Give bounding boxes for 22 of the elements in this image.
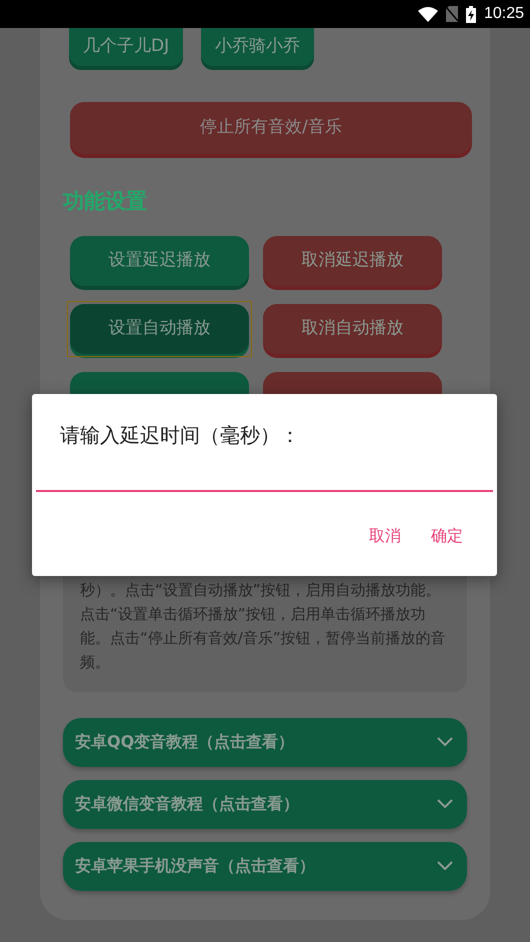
description-text: 秒）。点击“设置自动播放”按钮，启用自动播放功能。点击“设置单击循环播放”按钮，启用单击循环播放功能。点击“停止所有音效/音乐”按钮，暂停当前播放的音频。 — [80, 580, 447, 672]
sound-button[interactable]: 小乔骑小乔 — [201, 28, 314, 66]
set-button[interactable]: 设置自动播放 — [70, 304, 249, 354]
battery-charging-icon — [466, 6, 476, 22]
tutorial-accordion[interactable]: 安卓微信变音教程（点击查看） — [63, 780, 467, 828]
tutorial-accordion[interactable]: 安卓QQ变音教程（点击查看） — [63, 718, 467, 766]
stop-all-button[interactable]: 停止所有音效/音乐 — [70, 102, 472, 154]
cancel-button[interactable]: 取消 — [369, 524, 401, 548]
no-sim-icon — [446, 6, 458, 22]
sound-button[interactable]: 几个子儿DJ — [69, 28, 184, 66]
wifi-icon — [418, 6, 438, 22]
dialog-title: 请输入延迟时间（毫秒）： — [60, 422, 301, 449]
chevron-icon — [437, 799, 453, 809]
cancel-button[interactable]: 取消自动播放 — [263, 304, 442, 354]
tutorial-accordion[interactable]: 安卓苹果手机没声音（点击查看） — [63, 842, 467, 890]
clock: 10:25 — [484, 4, 524, 24]
cancel-button[interactable]: 取消延迟播放 — [263, 236, 442, 286]
chevron-icon — [437, 737, 453, 747]
chevron-icon — [437, 861, 453, 871]
confirm-button[interactable]: 确定 — [431, 524, 463, 548]
section-title: 功能设置 — [63, 188, 148, 215]
set-button[interactable]: 设置延迟播放 — [70, 236, 249, 286]
